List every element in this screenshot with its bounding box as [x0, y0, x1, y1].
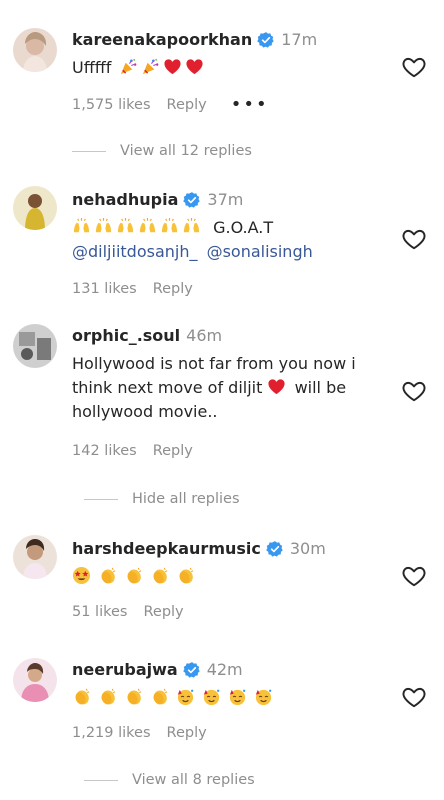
divider: [84, 779, 118, 781]
timestamp: 42m: [206, 660, 243, 679]
likes-count[interactable]: 51 likes: [72, 604, 127, 620]
like-heart-icon[interactable]: [401, 378, 427, 404]
comment-text: G.O.A.T @diljiitdosanjh_ @sonalisingh: [72, 217, 313, 261]
partying-face-emoji: [202, 687, 221, 706]
raising-hands-emoji: [116, 217, 135, 236]
reply-button[interactable]: Reply: [167, 725, 207, 741]
likes-count[interactable]: 131 likes: [72, 281, 137, 297]
partying-face-emoji: [228, 687, 247, 706]
clapping-hands-emoji: [124, 566, 143, 585]
raising-hands-emoji: [182, 217, 201, 236]
avatar[interactable]: [13, 324, 57, 368]
clapping-hands-emoji: [124, 687, 143, 706]
clapping-hands-emoji: [98, 566, 117, 585]
raising-hands-emoji: [138, 217, 157, 236]
view-replies-button[interactable]: View all 8 replies: [84, 772, 255, 788]
like-heart-icon[interactable]: [401, 684, 427, 710]
reply-button[interactable]: Reply: [153, 443, 193, 459]
view-replies-label: View all 8 replies: [132, 772, 255, 788]
verified-badge-icon: [183, 191, 201, 209]
verified-badge-icon: [257, 31, 275, 49]
timestamp: 46m: [186, 326, 223, 345]
likes-count[interactable]: 1,219 likes: [72, 725, 151, 741]
hide-replies-label: Hide all replies: [132, 491, 240, 507]
like-heart-icon[interactable]: [401, 563, 427, 589]
reply-button[interactable]: Reply: [167, 97, 207, 113]
likes-count[interactable]: 1,575 likes: [72, 97, 151, 113]
username[interactable]: kareenakapoorkhan: [72, 30, 252, 49]
clapping-hands-emoji: [150, 566, 169, 585]
more-options-icon[interactable]: •••: [231, 94, 269, 115]
avatar[interactable]: [13, 535, 57, 579]
comment-text: [72, 565, 382, 589]
comment-text: Ufffff: [72, 56, 382, 80]
clapping-hands-emoji: [150, 687, 169, 706]
star-struck-emoji: [72, 566, 91, 585]
partying-face-emoji: [254, 687, 273, 706]
divider: [84, 498, 118, 500]
avatar[interactable]: [13, 658, 57, 702]
reply-button[interactable]: Reply: [143, 604, 183, 620]
username[interactable]: neerubajwa: [72, 660, 178, 679]
username[interactable]: harshdeepkaurmusic: [72, 539, 261, 558]
divider: [72, 150, 106, 152]
avatar[interactable]: [13, 186, 57, 230]
red-heart-emoji: [185, 57, 204, 76]
party-popper-emoji: [119, 57, 138, 76]
raising-hands-emoji: [72, 217, 91, 236]
like-heart-icon[interactable]: [401, 54, 427, 80]
view-replies-button[interactable]: View all 12 replies: [72, 143, 252, 159]
mention-link[interactable]: @sonalisingh: [207, 242, 313, 261]
red-heart-emoji: [267, 377, 286, 396]
timestamp: 30m: [289, 539, 326, 558]
party-popper-emoji: [141, 57, 160, 76]
verified-badge-icon: [183, 661, 201, 679]
comment-text: [72, 686, 382, 710]
username[interactable]: orphic_.soul: [72, 326, 180, 345]
username[interactable]: nehadhupia: [72, 190, 178, 209]
partying-face-emoji: [176, 687, 195, 706]
clapping-hands-emoji: [72, 687, 91, 706]
clapping-hands-emoji: [176, 566, 195, 585]
comment-text: Hollywood is not far from you now i thin…: [72, 354, 356, 421]
clapping-hands-emoji: [98, 687, 117, 706]
avatar[interactable]: [13, 28, 57, 72]
timestamp: 37m: [207, 190, 244, 209]
verified-badge-icon: [266, 540, 284, 558]
reply-button[interactable]: Reply: [153, 281, 193, 297]
raising-hands-emoji: [94, 217, 113, 236]
hide-replies-button[interactable]: Hide all replies: [84, 491, 240, 507]
raising-hands-emoji: [160, 217, 179, 236]
like-heart-icon[interactable]: [401, 226, 427, 252]
timestamp: 17m: [281, 30, 318, 49]
red-heart-emoji: [163, 57, 182, 76]
likes-count[interactable]: 142 likes: [72, 443, 137, 459]
mention-link[interactable]: @diljiitdosanjh_: [72, 242, 197, 261]
view-replies-label: View all 12 replies: [120, 143, 252, 159]
